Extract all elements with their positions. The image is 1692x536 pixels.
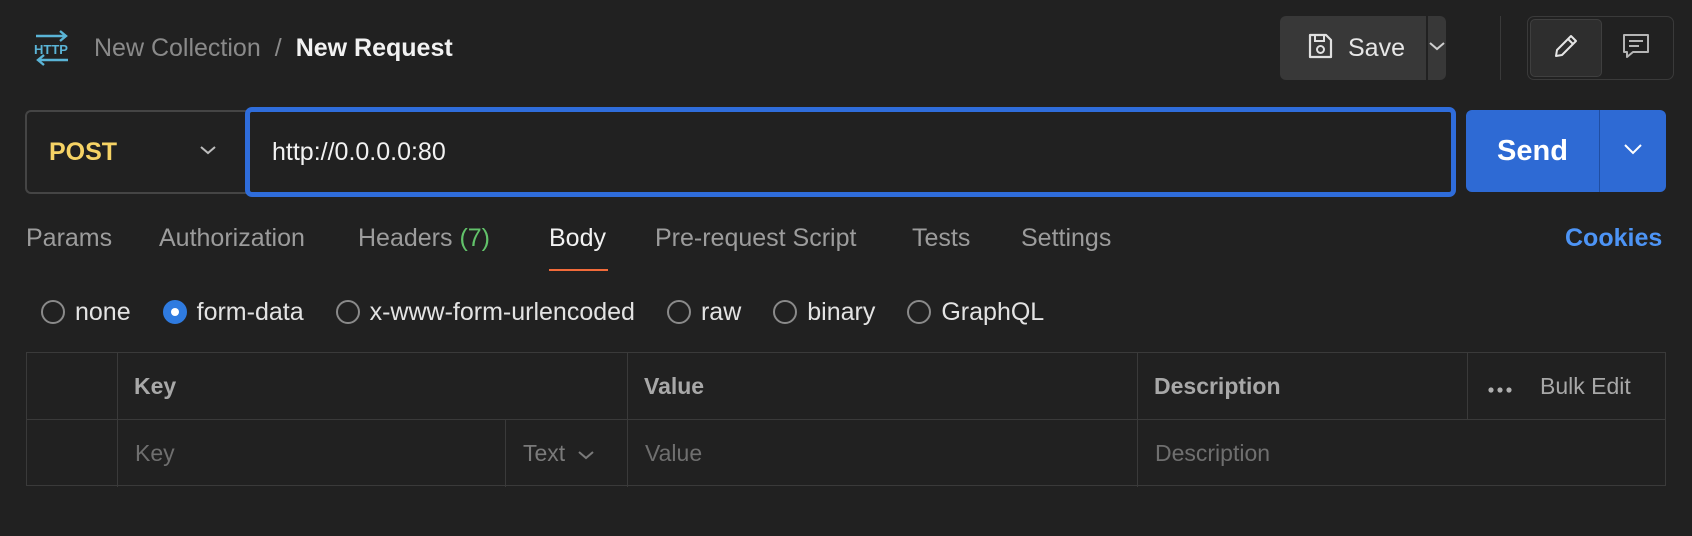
radio-binary[interactable]: binary <box>773 298 875 327</box>
active-tab-indicator <box>549 269 608 271</box>
radio-circle <box>773 300 798 324</box>
comment-icon <box>1621 32 1651 65</box>
http-icon: HTTP <box>32 30 72 66</box>
table-col-divider <box>117 353 118 487</box>
send-label: Send <box>1497 134 1568 167</box>
chevron-down-icon <box>199 143 217 161</box>
chevron-down-icon <box>1623 142 1643 160</box>
column-header-description: Description <box>1154 372 1281 399</box>
radio-urlencoded-label: x-www-form-urlencoded <box>369 297 635 326</box>
cookies-link[interactable]: Cookies <box>1565 224 1662 253</box>
svg-text:HTTP: HTTP <box>34 42 68 57</box>
edit-mode-button[interactable] <box>1530 19 1602 77</box>
save-options-button[interactable] <box>1428 16 1446 80</box>
form-data-table: Key Value Description Bulk Edit Key Text… <box>26 352 1666 487</box>
radio-circle <box>335 300 360 324</box>
radio-binary-label: binary <box>807 297 876 326</box>
radio-form-data-label: form-data <box>196 297 304 326</box>
tab-params[interactable]: Params <box>26 224 112 258</box>
key-type-select[interactable]: Text <box>523 419 595 487</box>
radio-raw[interactable]: raw <box>666 297 742 327</box>
save-label: Save <box>1348 33 1405 62</box>
tab-pre-request-script[interactable]: Pre-request Script <box>655 224 856 258</box>
key-input[interactable]: Key <box>135 419 175 487</box>
chevron-down-icon <box>1428 39 1446 57</box>
headers-count-badge: (7) <box>459 224 491 252</box>
url-input[interactable] <box>272 137 1451 167</box>
header-divider <box>1500 16 1501 80</box>
radio-none-label: none <box>75 297 131 326</box>
tab-settings[interactable]: Settings <box>1021 224 1111 258</box>
key-type-label: Text <box>523 439 566 466</box>
send-button-group: Send <box>1466 110 1666 192</box>
request-title[interactable]: New Request <box>296 34 453 63</box>
send-options-button[interactable] <box>1600 110 1666 192</box>
tab-tests[interactable]: Tests <box>912 224 970 258</box>
table-col-divider <box>1467 353 1468 419</box>
pencil-icon <box>1552 32 1580 65</box>
save-icon <box>1306 32 1334 65</box>
radio-circle <box>907 300 932 324</box>
breadcrumb: New Collection / New Request <box>94 31 453 65</box>
table-row-divider <box>27 419 1665 420</box>
radio-circle <box>666 300 691 324</box>
more-options-button[interactable] <box>1487 353 1513 419</box>
radio-circle-checked <box>162 300 187 324</box>
tab-body[interactable]: Body <box>549 224 606 258</box>
radio-form-data[interactable]: form-data <box>162 297 304 327</box>
tab-headers[interactable]: Headers (7) <box>358 224 490 258</box>
comments-button[interactable] <box>1602 19 1672 77</box>
bulk-edit-button[interactable]: Bulk Edit <box>1540 353 1631 419</box>
more-horizontal-icon <box>1487 373 1513 400</box>
method-select[interactable]: POST <box>25 110 247 194</box>
url-field <box>245 107 1456 197</box>
radio-circle <box>41 300 65 324</box>
column-header-value: Value <box>644 372 705 399</box>
radio-graphql-label: GraphQL <box>941 297 1045 326</box>
tab-authorization[interactable]: Authorization <box>159 224 305 258</box>
table-col-divider <box>1137 353 1138 487</box>
radio-raw-label: raw <box>700 297 742 326</box>
view-mode-toggle <box>1527 16 1674 80</box>
value-input[interactable]: Value <box>645 419 702 487</box>
column-header-key: Key <box>134 372 177 399</box>
description-input[interactable]: Description <box>1155 419 1270 487</box>
radio-x-www-form-urlencoded[interactable]: x-www-form-urlencoded <box>335 297 635 327</box>
body-type-radio-group: none form-data x-www-form-urlencoded raw… <box>41 295 1044 329</box>
tab-headers-label: Headers <box>358 224 453 252</box>
table-col-divider <box>627 353 628 487</box>
send-button[interactable]: Send <box>1466 110 1599 192</box>
save-button-group: Save <box>1280 16 1446 80</box>
chevron-down-icon <box>577 440 595 467</box>
radio-graphql[interactable]: GraphQL <box>907 298 1044 327</box>
radio-none[interactable]: none <box>41 298 131 327</box>
save-button[interactable]: Save <box>1280 16 1426 80</box>
breadcrumb-collection[interactable]: New Collection <box>94 34 261 63</box>
method-label: POST <box>49 137 118 166</box>
table-col-divider <box>505 419 506 487</box>
breadcrumb-separator: / <box>274 33 282 62</box>
